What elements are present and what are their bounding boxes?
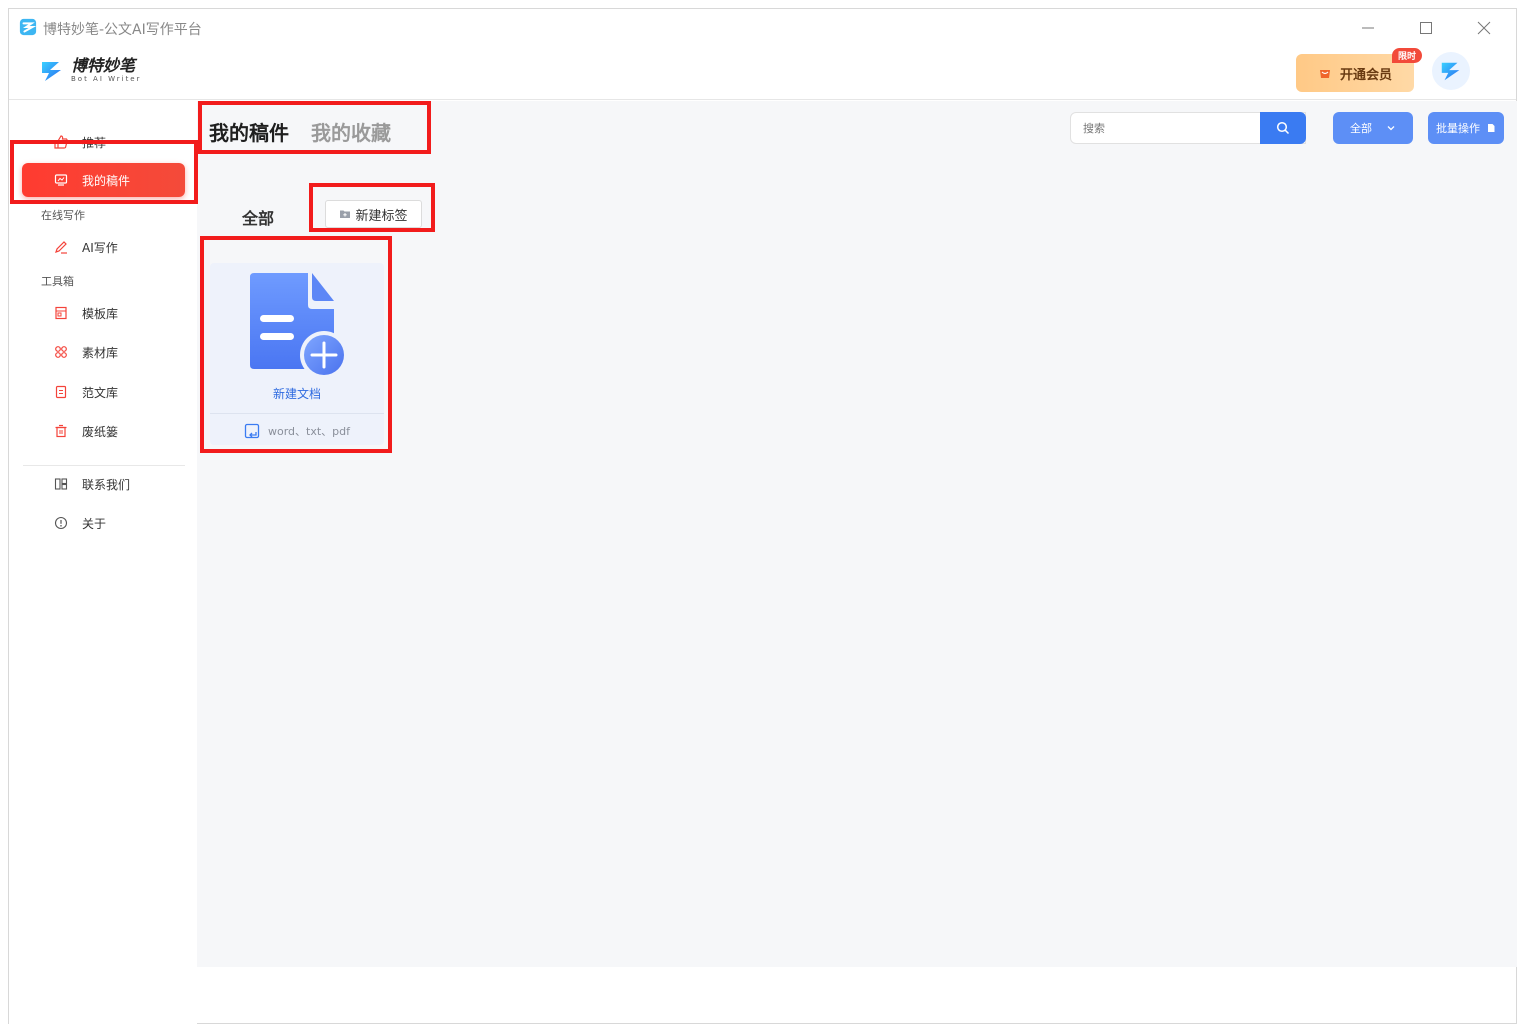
main-content: 我的稿件 我的收藏 全部 批量操作 全部 新建标签	[197, 101, 1517, 967]
maximize-button[interactable]	[1403, 13, 1449, 43]
sidebar-item-label: 推荐	[82, 135, 107, 150]
new-document-icon	[250, 273, 348, 379]
grid-icon	[54, 345, 68, 359]
window-title: 博特妙笔-公文AI写作平台	[43, 22, 202, 38]
sidebar-item-label: AI写作	[82, 240, 118, 255]
minimize-button[interactable]	[1345, 13, 1391, 43]
sidebar-item-about[interactable]: 关于	[22, 506, 185, 540]
monitor-icon	[54, 173, 68, 187]
sidebar-item-label: 模板库	[82, 306, 119, 321]
minimize-icon	[1362, 27, 1374, 29]
open-vip-label: 开通会员	[1339, 67, 1392, 83]
sidebar-item-label: 关于	[82, 516, 107, 531]
trash-icon	[54, 424, 68, 438]
sidebar-item-material-library[interactable]: 素材库	[22, 335, 185, 369]
contact-icon	[54, 477, 68, 491]
draft-tabs: 我的稿件 我的收藏	[209, 113, 413, 149]
tag-all[interactable]: 全部	[242, 205, 274, 229]
new-document-label: 新建文档	[272, 387, 321, 401]
chevron-down-icon	[1387, 126, 1395, 131]
import-document-button[interactable]: word、txt、pdf	[210, 423, 384, 439]
app-window: 博特妙笔-公文AI写作平台 博特妙笔 Bot AI Writer 开通会员 限时…	[8, 8, 1517, 1025]
brand[interactable]: 博特妙笔 Bot AI Writer	[39, 57, 142, 84]
open-vip-button[interactable]: 开通会员 限时	[1296, 48, 1422, 92]
search-button[interactable]	[1260, 112, 1306, 144]
sidebar-item-label: 我的稿件	[82, 173, 131, 188]
maximize-icon	[1420, 22, 1432, 34]
pen-icon	[54, 240, 68, 254]
app-logo-icon	[19, 18, 37, 36]
avatar-logo-icon	[1441, 62, 1460, 81]
sidebar-item-label: 废纸篓	[82, 424, 119, 439]
new-tag-button[interactable]: 新建标签	[325, 200, 422, 228]
sidebar-divider	[23, 465, 185, 466]
app-header: 博特妙笔 Bot AI Writer 开通会员 限时	[9, 47, 1516, 100]
search-icon	[1276, 121, 1290, 135]
gift-icon	[1319, 70, 1330, 78]
sidebar-item-my-drafts[interactable]: 我的稿件	[22, 163, 185, 197]
new-document-card[interactable]: 新建文档 word、txt、pdf	[210, 263, 384, 445]
filter-dropdown[interactable]: 全部	[1333, 112, 1413, 144]
brand-logo-icon	[42, 61, 61, 81]
thumbs-up-icon	[54, 135, 68, 149]
close-icon	[1477, 21, 1491, 35]
batch-label: 批量操作	[1436, 122, 1480, 135]
filter-label: 全部	[1350, 122, 1372, 135]
batch-operation-button[interactable]: 批量操作	[1428, 112, 1504, 144]
sidebar-item-contact-us[interactable]: 联系我们	[22, 467, 185, 501]
import-icon	[244, 423, 260, 439]
sidebar-item-label: 范文库	[82, 385, 119, 400]
sidebar-item-ai-writing[interactable]: AI写作	[22, 230, 185, 264]
sidebar-item-trash[interactable]: 废纸篓	[22, 414, 185, 448]
sidebar-item-template-library[interactable]: 模板库	[22, 296, 185, 330]
file-icon	[1488, 124, 1495, 132]
title-bar: 博特妙笔-公文AI写作平台	[9, 9, 1516, 47]
card-divider	[210, 413, 384, 414]
import-formats: word、txt、pdf	[267, 425, 350, 438]
template-icon	[54, 306, 68, 320]
new-tag-label: 新建标签	[355, 208, 408, 224]
brand-name: 博特妙笔	[71, 56, 136, 75]
sidebar: 推荐 我的稿件 在线写作 AI写作 工具箱 模板库 素材库 范文库 废纸篓 联系…	[9, 101, 197, 1025]
sidebar-item-recommend[interactable]: 推荐	[22, 125, 185, 159]
tab-my-drafts[interactable]: 我的稿件	[209, 117, 289, 146]
tab-my-favorites[interactable]: 我的收藏	[311, 117, 391, 146]
limited-time-badge: 限时	[1391, 48, 1422, 63]
sidebar-item-sample-library[interactable]: 范文库	[22, 375, 185, 409]
folder-add-icon	[340, 210, 351, 218]
sidebar-item-label: 联系我们	[82, 477, 131, 492]
info-icon	[54, 516, 68, 530]
brand-subtitle: Bot AI Writer	[71, 75, 142, 83]
close-button[interactable]	[1461, 13, 1507, 43]
user-avatar[interactable]	[1432, 52, 1470, 90]
sidebar-group-online-writing: 在线写作	[41, 209, 85, 222]
sidebar-item-label: 素材库	[82, 345, 119, 360]
document-icon	[54, 385, 68, 399]
sidebar-group-toolbox: 工具箱	[41, 275, 74, 288]
